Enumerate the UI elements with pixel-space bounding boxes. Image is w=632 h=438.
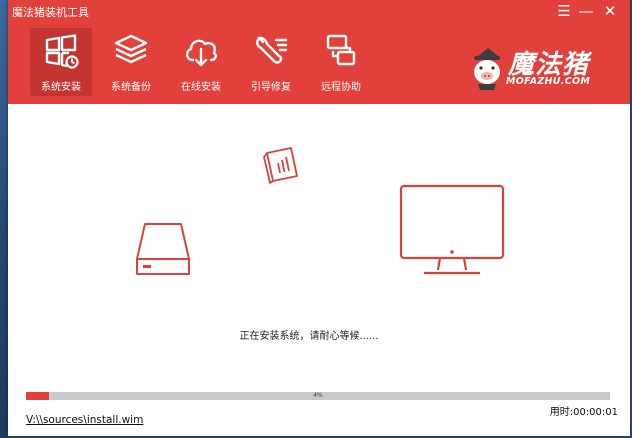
wrench-icon bbox=[256, 36, 288, 64]
document-chart-icon bbox=[263, 147, 298, 184]
install-progress-bar: 4% bbox=[26, 392, 610, 400]
nav-item-system-backup[interactable]: 系统备份 bbox=[100, 28, 162, 96]
nav-item-online-install[interactable]: 在线安装 bbox=[170, 28, 232, 96]
nav-label: 远程协助 bbox=[321, 82, 361, 93]
close-icon[interactable]: ✕ bbox=[602, 4, 618, 20]
brand-domain: MOFAZHU.COM bbox=[506, 76, 591, 87]
window-title: 魔法猪装机工具 bbox=[12, 6, 89, 19]
install-status-text: 正在安装系统，请耐心等候...... bbox=[239, 331, 379, 342]
menu-icon[interactable]: ☰ bbox=[556, 4, 572, 20]
monitor-icon bbox=[399, 184, 505, 275]
header-bar: 魔法猪装机工具 ☰ — ✕ 系统安装 系统备份 在线安装 引导修复 远程协助 魔… bbox=[8, 0, 630, 104]
nav-item-system-install[interactable]: 系统安装 bbox=[30, 28, 92, 96]
title-bar[interactable]: 魔法猪装机工具 ☰ — ✕ bbox=[8, 0, 630, 22]
current-file-link[interactable]: V:\\sources\install.wim bbox=[26, 414, 143, 426]
nav-label: 在线安装 bbox=[181, 82, 221, 93]
layers-icon bbox=[114, 34, 148, 64]
remote-icon bbox=[326, 34, 356, 66]
nav-label: 系统安装 bbox=[41, 82, 81, 93]
hard-drive-icon bbox=[136, 223, 190, 275]
installer-window: 魔法猪装机工具 ☰ — ✕ 系统安装 系统备份 在线安装 引导修复 远程协助 魔… bbox=[8, 0, 630, 436]
nav-label: 引导修复 bbox=[251, 82, 291, 93]
cloud-download-icon bbox=[185, 39, 217, 67]
nav-item-remote-assist[interactable]: 远程协助 bbox=[310, 28, 372, 96]
nav-label: 系统备份 bbox=[111, 82, 151, 93]
windows-icon bbox=[45, 34, 79, 69]
nav-item-boot-repair[interactable]: 引导修复 bbox=[240, 28, 302, 96]
brand-logo: 魔法猪 MOFAZHU.COM bbox=[468, 44, 618, 94]
elapsed-time: 用时:00:00:01 bbox=[549, 407, 618, 418]
pig-mascot-icon bbox=[474, 48, 500, 90]
minimize-icon[interactable]: — bbox=[578, 4, 594, 20]
progress-percent: 4% bbox=[313, 392, 323, 399]
